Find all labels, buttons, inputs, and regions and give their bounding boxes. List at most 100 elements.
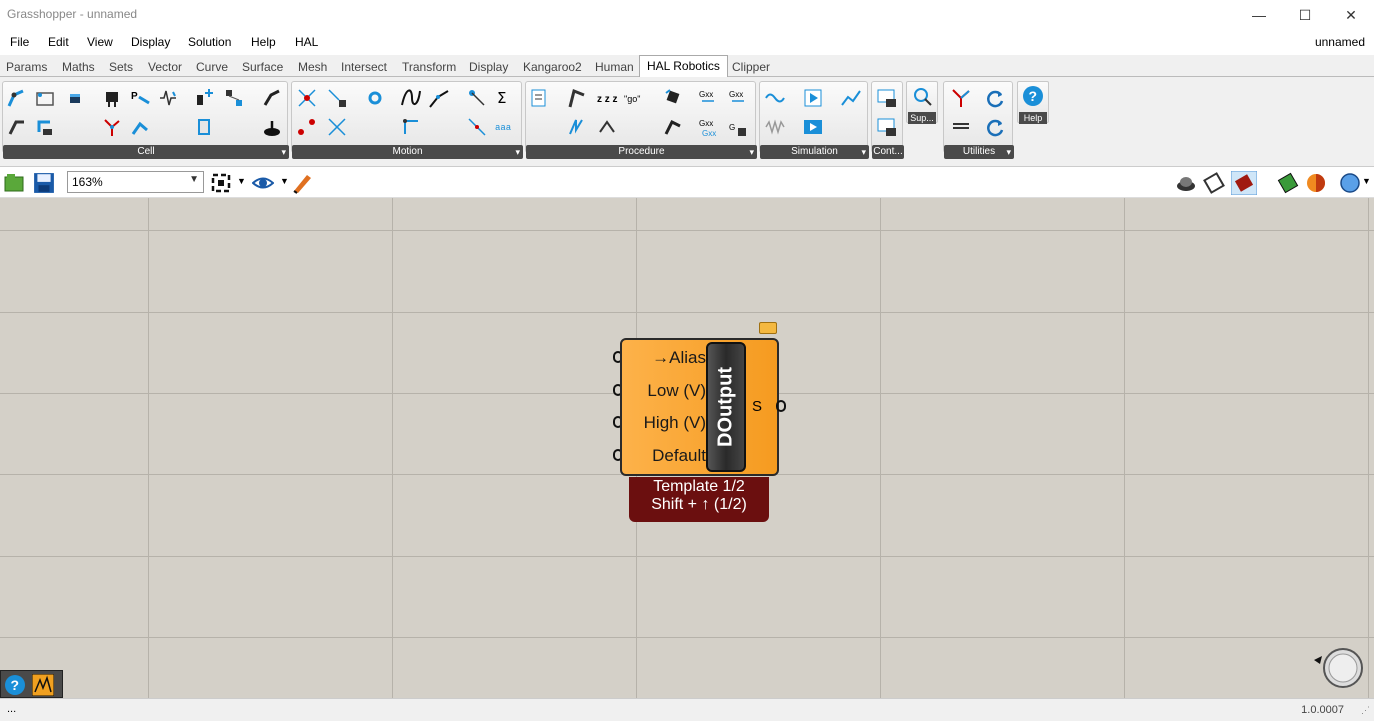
menu-solution[interactable]: Solution — [188, 35, 231, 49]
noise-icon[interactable] — [764, 116, 786, 138]
points-icon[interactable] — [296, 116, 318, 138]
open-file-icon[interactable] — [4, 172, 24, 192]
wireframe-preview-icon[interactable] — [1203, 172, 1225, 194]
navigation-compass-icon[interactable] — [1312, 648, 1364, 690]
sigma-icon[interactable]: Σ — [494, 87, 516, 109]
wave-icon[interactable] — [764, 87, 786, 109]
zoom-menu-arrow-icon[interactable]: ▼ — [237, 176, 246, 186]
part-icon[interactable]: P — [129, 87, 151, 109]
io-icon[interactable] — [193, 116, 215, 138]
target-icon[interactable] — [296, 87, 318, 109]
tab-clipper[interactable]: Clipper — [732, 60, 770, 74]
robot-arm-icon[interactable] — [6, 87, 28, 109]
resize-grip-icon[interactable]: ⋰ — [1361, 705, 1370, 716]
sketch-pen-icon[interactable] — [291, 172, 315, 194]
gcode-write-icon[interactable]: G — [728, 116, 750, 138]
download-icon[interactable] — [876, 116, 898, 138]
scatter-icon[interactable] — [466, 116, 488, 138]
move-icon[interactable] — [566, 87, 588, 109]
procedure-list-icon[interactable] — [530, 87, 552, 109]
panel-utilities-label[interactable]: Utilities ▾ — [944, 145, 1014, 159]
menu-help[interactable]: Help — [251, 35, 276, 49]
tab-display[interactable]: Display — [469, 60, 508, 74]
joystick-icon[interactable] — [261, 116, 283, 138]
panel-cell-label[interactable]: Cell ▾ — [3, 145, 289, 159]
curve-icon[interactable] — [400, 87, 422, 109]
tab-curve[interactable]: Curve — [196, 60, 228, 74]
help-ribbon-button[interactable]: ? Help — [1017, 81, 1049, 124]
panel-procedure-label[interactable]: Procedure ▾ — [526, 145, 757, 159]
gcode-icon[interactable]: Gxx — [698, 87, 720, 109]
menu-hal[interactable]: HAL — [295, 35, 318, 49]
preview-off-icon[interactable] — [1175, 172, 1197, 194]
controller-icon[interactable] — [193, 87, 215, 109]
frame-icon[interactable] — [101, 116, 123, 138]
simulate-icon[interactable] — [802, 87, 824, 109]
motion-path-icon[interactable] — [466, 87, 488, 109]
mount-icon[interactable] — [34, 116, 56, 138]
robot-icon[interactable] — [261, 87, 283, 109]
minimize-button[interactable]: — — [1236, 0, 1282, 30]
eye-icon[interactable] — [252, 173, 274, 193]
preview-selected-icon[interactable] — [1277, 172, 1299, 194]
path-icon[interactable] — [428, 87, 450, 109]
menu-view[interactable]: View — [87, 35, 113, 49]
joint-icon[interactable] — [129, 116, 151, 138]
material-preview-icon[interactable] — [1305, 172, 1327, 194]
upload-icon[interactable] — [876, 87, 898, 109]
tab-human[interactable]: Human — [595, 60, 634, 74]
tab-maths[interactable]: Maths — [62, 60, 95, 74]
doutput-component[interactable]: →Alias Low (V) High (V) Default DOutput … — [620, 338, 779, 476]
shaded-preview-icon[interactable] — [1231, 171, 1257, 195]
settings-icon[interactable] — [364, 87, 386, 109]
tab-intersect[interactable]: Intersect — [341, 60, 387, 74]
printer-icon[interactable] — [101, 87, 123, 109]
linear-motion-icon[interactable] — [400, 116, 422, 138]
grip-icon[interactable] — [662, 116, 684, 138]
zoom-extents-icon[interactable] — [210, 172, 232, 194]
tab-mesh[interactable]: Mesh — [298, 60, 327, 74]
tab-sets[interactable]: Sets — [109, 60, 133, 74]
tab-vector[interactable]: Vector — [148, 60, 182, 74]
tab-surface[interactable]: Surface — [242, 60, 283, 74]
axes-icon[interactable] — [950, 87, 972, 109]
sync-refresh-icon[interactable] — [984, 116, 1006, 138]
profiler-icon[interactable] — [32, 674, 54, 696]
play-icon[interactable] — [802, 116, 824, 138]
refresh-icon[interactable] — [984, 87, 1006, 109]
box-icon[interactable] — [64, 87, 86, 109]
output-port[interactable] — [776, 400, 786, 412]
panel-simulation-label[interactable]: Simulation ▾ — [760, 145, 869, 159]
signal-change-icon[interactable] — [566, 116, 588, 138]
zoom-select[interactable]: 163% ▼ — [67, 171, 204, 193]
target-list-icon[interactable] — [326, 87, 348, 109]
chart-icon[interactable] — [840, 87, 862, 109]
custom-code-icon[interactable]: "go" — [624, 87, 646, 109]
gcode-parse-icon[interactable]: Gxx — [728, 87, 750, 109]
panel-motion-label[interactable]: Motion ▾ — [292, 145, 523, 159]
tool-icon[interactable] — [6, 116, 28, 138]
tab-transform[interactable]: Transform — [402, 60, 456, 74]
tool-change-icon[interactable] — [662, 87, 684, 109]
maximize-button[interactable]: ☐ — [1282, 0, 1328, 30]
signal-icon[interactable] — [157, 87, 179, 109]
tab-hal-robotics[interactable]: HAL Robotics — [639, 55, 728, 78]
network-icon[interactable] — [223, 87, 245, 109]
frame-list-icon[interactable] — [326, 116, 348, 138]
sphere-preview-icon[interactable] — [1339, 172, 1361, 194]
sequence-icon[interactable]: aaa — [494, 116, 516, 138]
menu-file[interactable]: File — [10, 35, 29, 49]
menu-display[interactable]: Display — [131, 35, 170, 49]
sync-icon[interactable] — [596, 116, 618, 138]
wait-icon[interactable]: z z z — [596, 87, 618, 109]
tab-kangaroo2[interactable]: Kangaroo2 — [523, 60, 582, 74]
save-file-icon[interactable] — [33, 172, 55, 194]
help-icon[interactable]: ? — [4, 674, 26, 696]
preview-options-arrow-icon[interactable]: ▼ — [1362, 176, 1371, 186]
gcode-convert-icon[interactable]: GxxGxx — [698, 116, 720, 138]
message-bubble-icon[interactable] — [759, 322, 777, 334]
supervisor-button[interactable]: Sup... — [906, 81, 938, 124]
panel-controller-label[interactable]: Cont... — [872, 145, 904, 159]
close-button[interactable]: ✕ — [1328, 0, 1374, 30]
menu-edit[interactable]: Edit — [48, 35, 69, 49]
